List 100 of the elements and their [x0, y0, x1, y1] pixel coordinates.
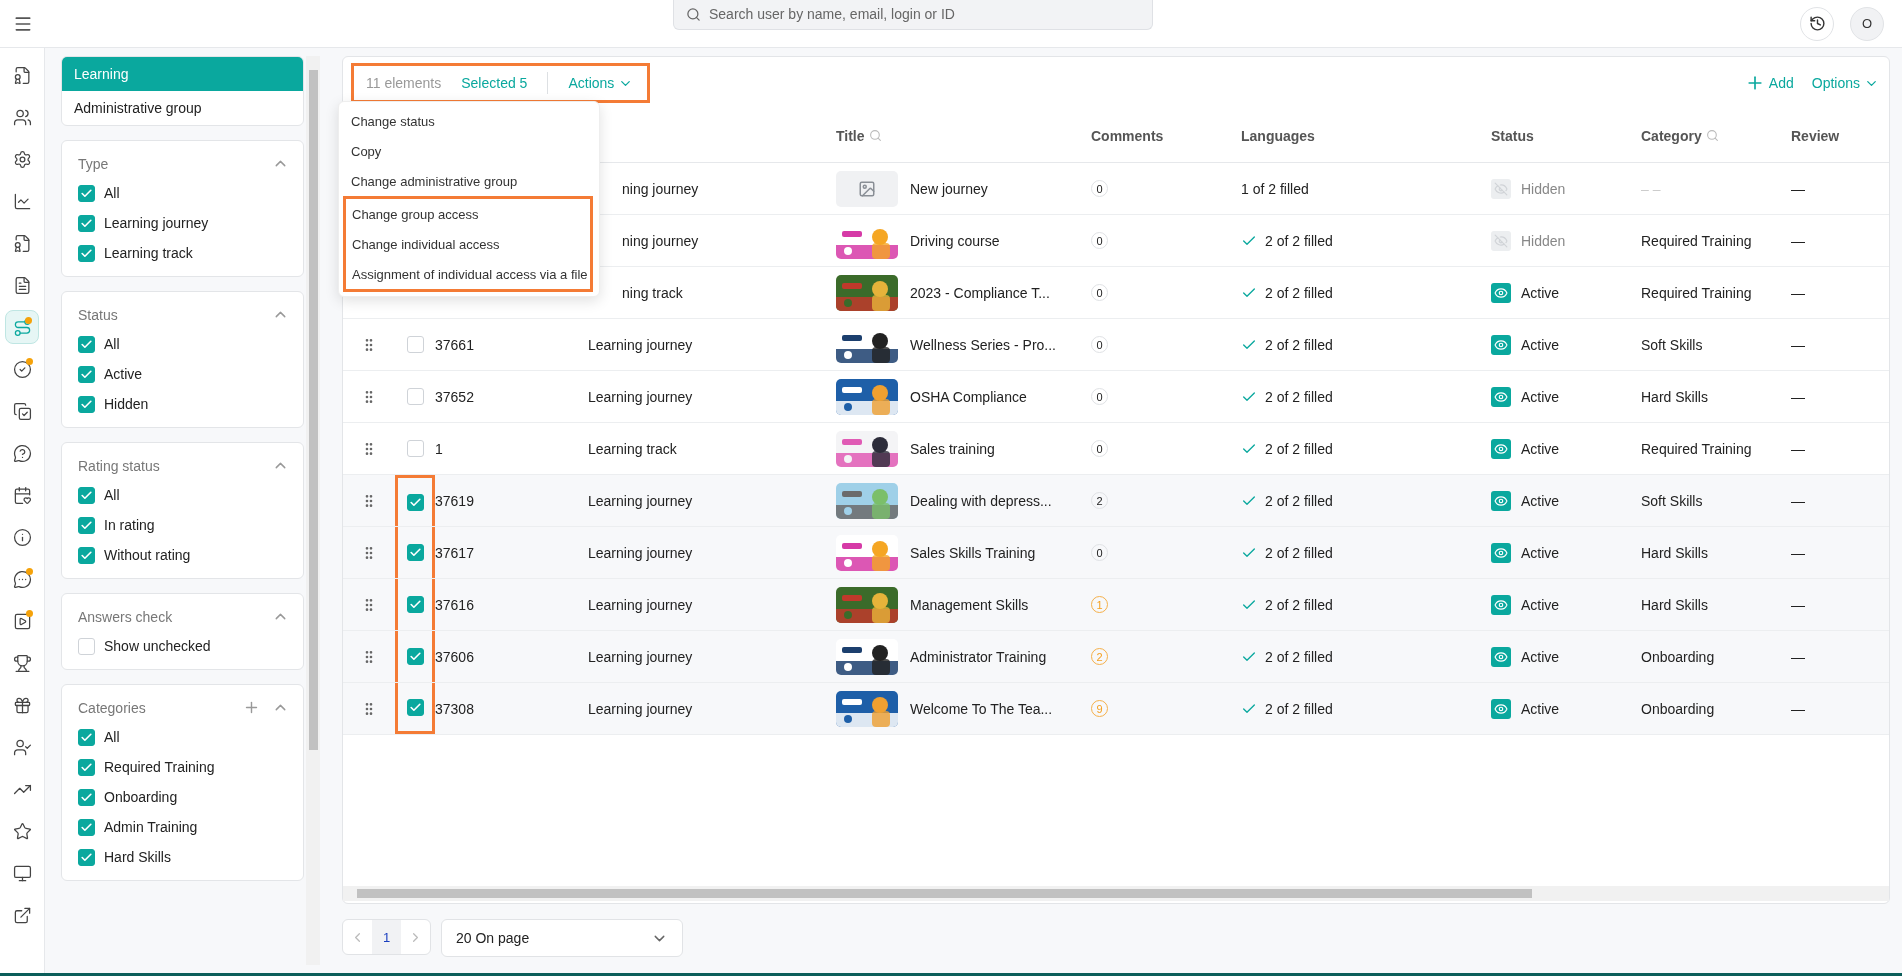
checkbox[interactable] [406, 648, 424, 665]
filter-option: Hidden [104, 396, 149, 412]
checkbox[interactable] [78, 788, 95, 806]
checkbox[interactable] [78, 637, 95, 655]
menu-item[interactable]: Assignment of individual access via a file [346, 259, 590, 289]
checkbox[interactable] [78, 818, 95, 836]
checkbox[interactable] [406, 493, 424, 511]
checkbox[interactable] [78, 214, 95, 232]
filter-option: Onboarding [104, 789, 178, 805]
id-cell-text: 37652 [435, 388, 475, 405]
languages-cell: 2 of 2 filled [1265, 284, 1333, 301]
category-cell-text: Onboarding [1641, 700, 1716, 717]
checkbox[interactable] [406, 388, 424, 405]
review-cell-text: — [1791, 596, 1806, 613]
languages-cell: 2 of 2 filled [1265, 648, 1333, 665]
menu-item[interactable]: Change individual access [346, 229, 590, 259]
title-cell-text: Wellness Series - Pro... [909, 336, 1057, 353]
type-cell-text: Learning journey [587, 544, 693, 561]
title-cell-text: Dealing with depress... [909, 492, 1053, 509]
history-icon [1808, 15, 1826, 32]
play-icon [12, 611, 32, 631]
checkbox[interactable] [78, 335, 95, 353]
id-cell-text: 37616 [435, 596, 475, 613]
menu-item[interactable]: Change administrative group [339, 166, 599, 196]
search-icon[interactable] [868, 129, 882, 142]
status-cell: Active [1521, 440, 1560, 457]
type-cell-text: Learning journey [587, 336, 693, 353]
external-link-icon [12, 905, 32, 925]
filter-tab[interactable]: Administrative group [62, 91, 303, 125]
history-button[interactable] [1800, 6, 1834, 41]
menu-item[interactable]: Change group access [346, 199, 590, 229]
gift-icon [12, 695, 32, 715]
type-cell-text: Learning journey [587, 700, 693, 717]
type-cell-text: Learning track [587, 440, 677, 457]
checkbox[interactable] [406, 440, 424, 457]
checkbox[interactable] [78, 516, 95, 534]
status-cell: Active [1521, 284, 1560, 301]
languages-cell: 2 of 2 filled [1265, 492, 1333, 509]
checkmark-icon [80, 488, 93, 502]
category-cell-text: Hard Skills [1641, 596, 1709, 613]
scrollbar[interactable] [306, 56, 320, 965]
category-cell-text: Hard Skills [1641, 388, 1709, 405]
title-cell-text: 2023 - Compliance T... [909, 284, 1051, 301]
checkbox[interactable] [78, 758, 95, 776]
checkmark-icon [408, 700, 422, 714]
menu-item[interactable]: Change status [339, 106, 599, 136]
menu-item[interactable]: Copy [339, 136, 599, 166]
checkbox[interactable] [406, 336, 424, 353]
category-cell-text: Required Training [1641, 232, 1753, 249]
chat-bubble-icon [12, 569, 32, 589]
status-cell: Active [1521, 700, 1560, 717]
column-header: Comments [1091, 127, 1164, 144]
category-cell-text: Soft Skills [1641, 336, 1704, 353]
question-bubble-icon [12, 443, 32, 463]
checkbox[interactable] [406, 544, 424, 561]
filter-option: Admin Training [104, 819, 198, 835]
checkbox[interactable] [78, 184, 95, 202]
filter-option: In rating [104, 517, 155, 533]
filter-option: Active [104, 366, 143, 382]
user-avatar[interactable]: O [1850, 6, 1884, 41]
document-badge-icon [12, 65, 32, 85]
category-cell-text: Onboarding [1641, 648, 1716, 665]
checkbox[interactable] [78, 728, 95, 746]
id-cell-text: 1 [435, 440, 444, 457]
search-field[interactable]: Search user by name, email, login or ID [673, 0, 1153, 30]
checkbox[interactable] [78, 546, 95, 564]
checkmark-icon [80, 850, 93, 864]
page-size-select[interactable]: 20 On page [441, 919, 683, 957]
review-cell-text: — [1791, 440, 1806, 457]
checkbox[interactable] [78, 848, 95, 866]
scrollbar[interactable] [343, 886, 1889, 901]
status-cell: Active [1521, 492, 1560, 509]
filter-option: Hard Skills [104, 849, 171, 865]
checkmark-icon [80, 820, 93, 834]
languages-cell: 2 of 2 filled [1265, 700, 1333, 717]
checkbox[interactable] [78, 395, 95, 413]
checkmark-icon [80, 186, 93, 200]
languages-cell: 2 of 2 filled [1265, 388, 1333, 405]
image-icon [858, 179, 876, 198]
type-cell-text: ning journey [621, 180, 699, 197]
languages-cell: 2 of 2 filled [1265, 440, 1333, 457]
checkbox[interactable] [406, 698, 424, 716]
checkbox[interactable] [406, 596, 424, 613]
review-cell-text: — [1791, 336, 1806, 353]
search-icon[interactable] [1705, 129, 1719, 142]
checkbox[interactable] [78, 365, 95, 383]
review-cell-text: — [1791, 232, 1806, 249]
column-header: Review [1791, 127, 1840, 144]
info-icon [12, 527, 32, 547]
checkbox[interactable] [78, 486, 95, 504]
checkmark-icon [80, 730, 93, 744]
page-button[interactable]: 1 [372, 920, 401, 954]
checkmark-icon [80, 518, 93, 532]
category-cell-text: Required Training [1641, 284, 1753, 301]
filter-title: Rating status [78, 457, 160, 474]
checkmark-icon [80, 760, 93, 774]
filter-option: All [104, 336, 120, 352]
review-cell-text: — [1791, 544, 1806, 561]
add-icon[interactable] [243, 699, 260, 716]
checkbox[interactable] [78, 244, 95, 262]
